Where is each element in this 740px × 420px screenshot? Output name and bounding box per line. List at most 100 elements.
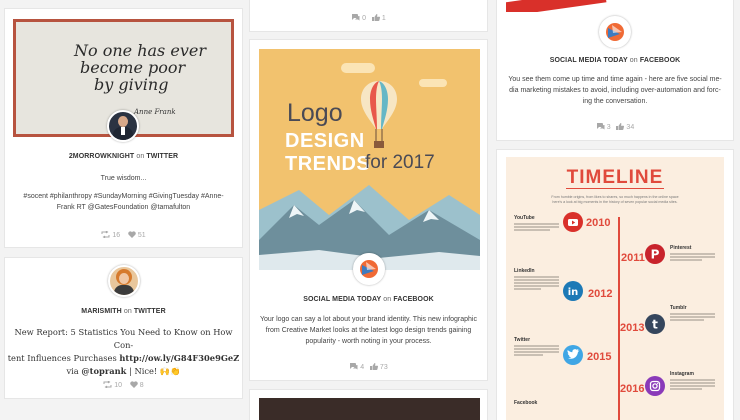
author-name[interactable]: SOCIAL MEDIA TODAY [303, 296, 381, 303]
timeline-intro: here's a look at big moments in the hist… [552, 200, 678, 204]
image-title-line1: Logo [287, 99, 343, 127]
post-text: True wisdom... #socent #philanthropy #Su… [5, 173, 242, 213]
post-text-line: Frank RT @GatesFoundation @tamafulton [56, 204, 191, 211]
retweet-icon[interactable] [101, 230, 110, 239]
year-2013: 2013 [620, 322, 645, 334]
avatar[interactable] [107, 110, 139, 142]
post-link[interactable]: http://ow.ly/G84F30e9GeZ [119, 353, 239, 363]
post-text-line: New Report: 5 Statistics You Need to Kno… [14, 327, 233, 350]
entry-facebook: Facebook [514, 400, 538, 406]
post-author-line: 2MORROWKNIGHT on TWITTER [5, 153, 242, 160]
thumbs-up-icon[interactable] [371, 14, 380, 22]
post-card-logo-design-trends[interactable]: Logo DESIGN TRENDS for 2017 SOCIAL MEDIA… [250, 40, 487, 380]
quote-line-2: become poor [80, 58, 186, 77]
post-text-line: #socent #philanthropy #SundayMorning #Gi… [23, 193, 224, 200]
like-count: 34 [626, 124, 635, 131]
retweet-count: 10 [114, 382, 123, 389]
entry-linkedin: LinkedIn [514, 268, 535, 274]
entry-pinterest: Pinterest [670, 245, 692, 251]
post-stats: 0 1 [250, 14, 487, 22]
post-stats: 10 8 [5, 380, 242, 389]
post-card-marismith[interactable]: MARISMITH on TWITTER New Report: 5 Stati… [5, 258, 242, 398]
year-2010: 2010 [586, 217, 611, 229]
avatar[interactable] [108, 265, 140, 297]
pinterest-icon: P [645, 244, 665, 264]
like-count: 51 [137, 232, 146, 239]
thumbs-up-icon[interactable] [616, 123, 625, 131]
like-count: 1 [381, 15, 386, 22]
platform-name: FACEBOOK [393, 296, 434, 303]
comment-icon[interactable] [596, 123, 605, 131]
comment-count: 3 [606, 124, 611, 131]
on-label: on [383, 296, 392, 303]
post-author-line: SOCIAL MEDIA TODAY on FACEBOOK [497, 57, 733, 64]
comment-icon[interactable] [351, 14, 360, 22]
platform-name: TWITTER [133, 308, 166, 315]
on-label: on [123, 308, 132, 315]
timeline-title: TIMELINE [566, 167, 664, 188]
post-image[interactable] [506, 0, 724, 12]
post-text: Your logo can say a lot about your brand… [250, 314, 487, 347]
year-2016: 2016 [620, 383, 645, 395]
author-name[interactable]: SOCIAL MEDIA TODAY [550, 57, 628, 64]
post-text-line: You see them come up time and time again… [508, 76, 722, 83]
entry-instagram: Instagram [670, 371, 694, 377]
platform-name: FACEBOOK [639, 57, 681, 64]
year-2011: 2011 [621, 252, 645, 264]
post-author-line: MARISMITH on TWITTER [5, 308, 242, 315]
retweet-count: 16 [112, 232, 121, 239]
twitter-icon [563, 345, 583, 365]
svg-text:in: in [568, 287, 579, 298]
post-text-line: tent Influences Purchases [7, 353, 117, 363]
on-label: on [136, 153, 145, 160]
post-card-2morrowknight[interactable]: No one has ever become poor by giving An… [5, 9, 242, 247]
year-2012: 2012 [588, 288, 613, 300]
post-text-line: True wisdom... [100, 175, 147, 182]
post-card-timeline-infographic[interactable]: TIMELINE From humble origins, from likes… [497, 150, 733, 420]
quote-line-1: No one has ever [74, 41, 206, 60]
comment-count: 0 [362, 15, 367, 22]
entry-youtube: YouTube [514, 215, 535, 221]
logo-trends-image[interactable]: Logo DESIGN TRENDS for 2017 [259, 49, 480, 270]
post-card-partial[interactable]: 0 1 [250, 0, 487, 31]
post-text: New Report: 5 Statistics You Need to Kno… [5, 326, 242, 378]
retweet-icon[interactable] [103, 380, 112, 389]
youtube-icon [563, 212, 583, 232]
thumbs-up-icon[interactable] [369, 363, 378, 371]
on-label: on [629, 57, 638, 64]
post-text-line: popularity - worth noting in your proces… [305, 338, 432, 345]
tumblr-icon: t [645, 314, 665, 334]
post-stats: 3 34 [497, 123, 733, 131]
svg-text:t: t [652, 318, 658, 332]
post-text-line: ing the conversation. [582, 98, 648, 105]
platform-name: TWITTER [146, 153, 179, 160]
post-text-line: dia marketing mistakes to avoid, includi… [509, 87, 721, 94]
comment-icon[interactable] [349, 363, 358, 371]
image-title-design: DESIGN [285, 130, 365, 152]
author-name[interactable]: 2MORROWKNIGHT [69, 153, 134, 160]
post-image[interactable] [259, 398, 480, 420]
post-text-line: | Nice! 🙌👏 [129, 366, 181, 376]
avatar[interactable] [353, 253, 385, 285]
timeline-image[interactable]: TIMELINE From humble origins, from likes… [506, 157, 724, 420]
instagram-icon [645, 376, 665, 396]
post-card-social-media-mistakes[interactable]: SOCIAL MEDIA TODAY on FACEBOOK You see t… [497, 0, 733, 140]
avatar[interactable] [599, 16, 631, 48]
post-card-partial-bottom[interactable] [250, 390, 487, 420]
linkedin-icon: in [563, 281, 583, 301]
comment-count: 4 [360, 364, 365, 371]
svg-text:P: P [651, 248, 660, 262]
heart-icon[interactable] [128, 231, 136, 239]
like-count: 73 [379, 364, 388, 371]
quote-line-3: by giving [94, 75, 169, 94]
quote-signature: Anne Frank [134, 108, 176, 116]
post-author-line: SOCIAL MEDIA TODAY on FACEBOOK [250, 296, 487, 303]
post-stats: 16 51 [5, 230, 242, 239]
post-text: You see them come up time and time again… [497, 74, 733, 107]
author-name[interactable]: MARISMITH [81, 308, 122, 315]
mention-link[interactable]: @toprank [81, 366, 126, 376]
post-text-line: via [66, 366, 79, 376]
post-text-line: from Creative Market looks at the latest… [265, 327, 472, 334]
heart-icon[interactable] [130, 381, 138, 389]
like-count: 8 [139, 382, 144, 389]
